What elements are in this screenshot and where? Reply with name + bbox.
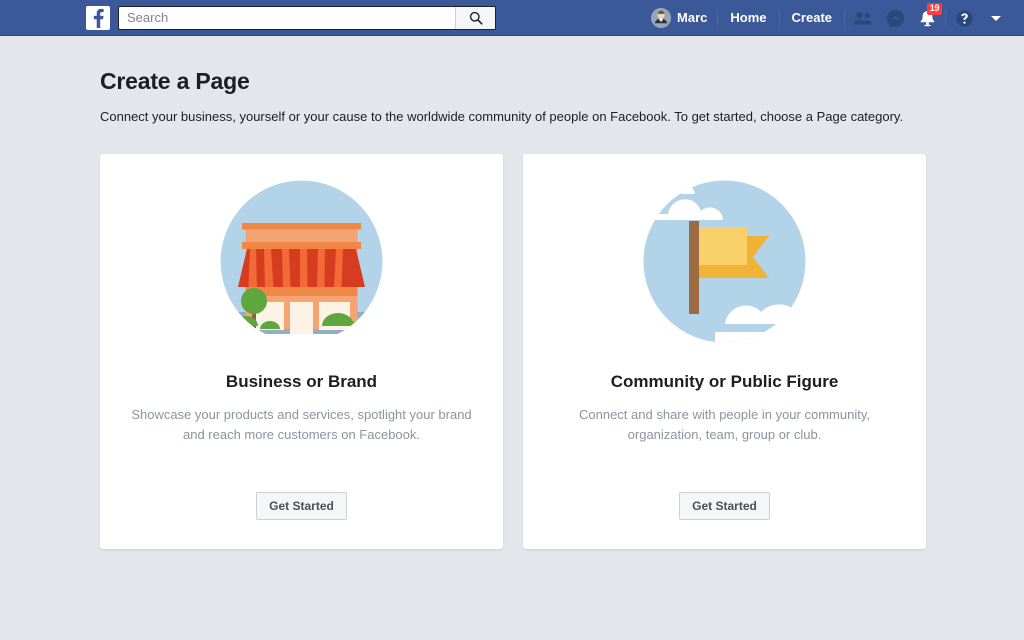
top-navigation-bar: Marc Home Create	[0, 0, 1024, 36]
page-subtitle: Connect your business, yourself or your …	[100, 109, 1024, 124]
main-content: Create a Page Connect your business, you…	[0, 36, 1024, 549]
nav-profile-link[interactable]: Marc	[643, 4, 715, 32]
page-category-cards: Business or Brand Showcase your products…	[100, 154, 1024, 549]
chevron-down-icon	[991, 16, 1001, 21]
search-icon	[469, 11, 483, 25]
nav-divider-3	[844, 9, 845, 27]
account-menu-button[interactable]	[981, 4, 1011, 32]
nav-profile-name: Marc	[677, 4, 707, 32]
friends-icon	[853, 10, 873, 26]
card-title: Business or Brand	[226, 372, 377, 392]
friend-requests-button[interactable]	[848, 4, 878, 32]
nav-divider-1	[717, 9, 718, 27]
messenger-button[interactable]	[880, 4, 910, 32]
help-question-icon	[955, 9, 974, 28]
notifications-badge: 19	[927, 3, 942, 15]
card-description: Connect and share with people in your co…	[550, 405, 900, 445]
messenger-icon	[886, 9, 905, 28]
page-title: Create a Page	[100, 68, 1024, 95]
search-submit-button[interactable]	[455, 7, 495, 29]
search-input[interactable]	[119, 7, 455, 29]
nav-left-group	[86, 6, 496, 30]
notifications-button[interactable]: 19	[912, 4, 942, 32]
search-bar[interactable]	[118, 6, 496, 30]
storefront-illustration-icon	[214, 174, 389, 349]
card-description: Showcase your products and services, spo…	[127, 405, 477, 445]
help-button[interactable]	[949, 4, 979, 32]
card-community-or-public-figure[interactable]: Community or Public Figure Connect and s…	[523, 154, 926, 549]
nav-right-group: Marc Home Create	[643, 0, 1012, 36]
avatar	[651, 8, 671, 28]
get-started-button-business[interactable]: Get Started	[256, 492, 347, 520]
flag-illustration-icon	[637, 174, 812, 349]
nav-divider-2	[779, 9, 780, 27]
nav-home-link[interactable]: Home	[720, 4, 776, 32]
facebook-f-logo-icon[interactable]	[86, 6, 110, 30]
get-started-button-community[interactable]: Get Started	[679, 492, 770, 520]
nav-create-link[interactable]: Create	[782, 4, 842, 32]
card-title: Community or Public Figure	[611, 372, 839, 392]
card-business-or-brand[interactable]: Business or Brand Showcase your products…	[100, 154, 503, 549]
nav-divider-4	[945, 9, 946, 27]
